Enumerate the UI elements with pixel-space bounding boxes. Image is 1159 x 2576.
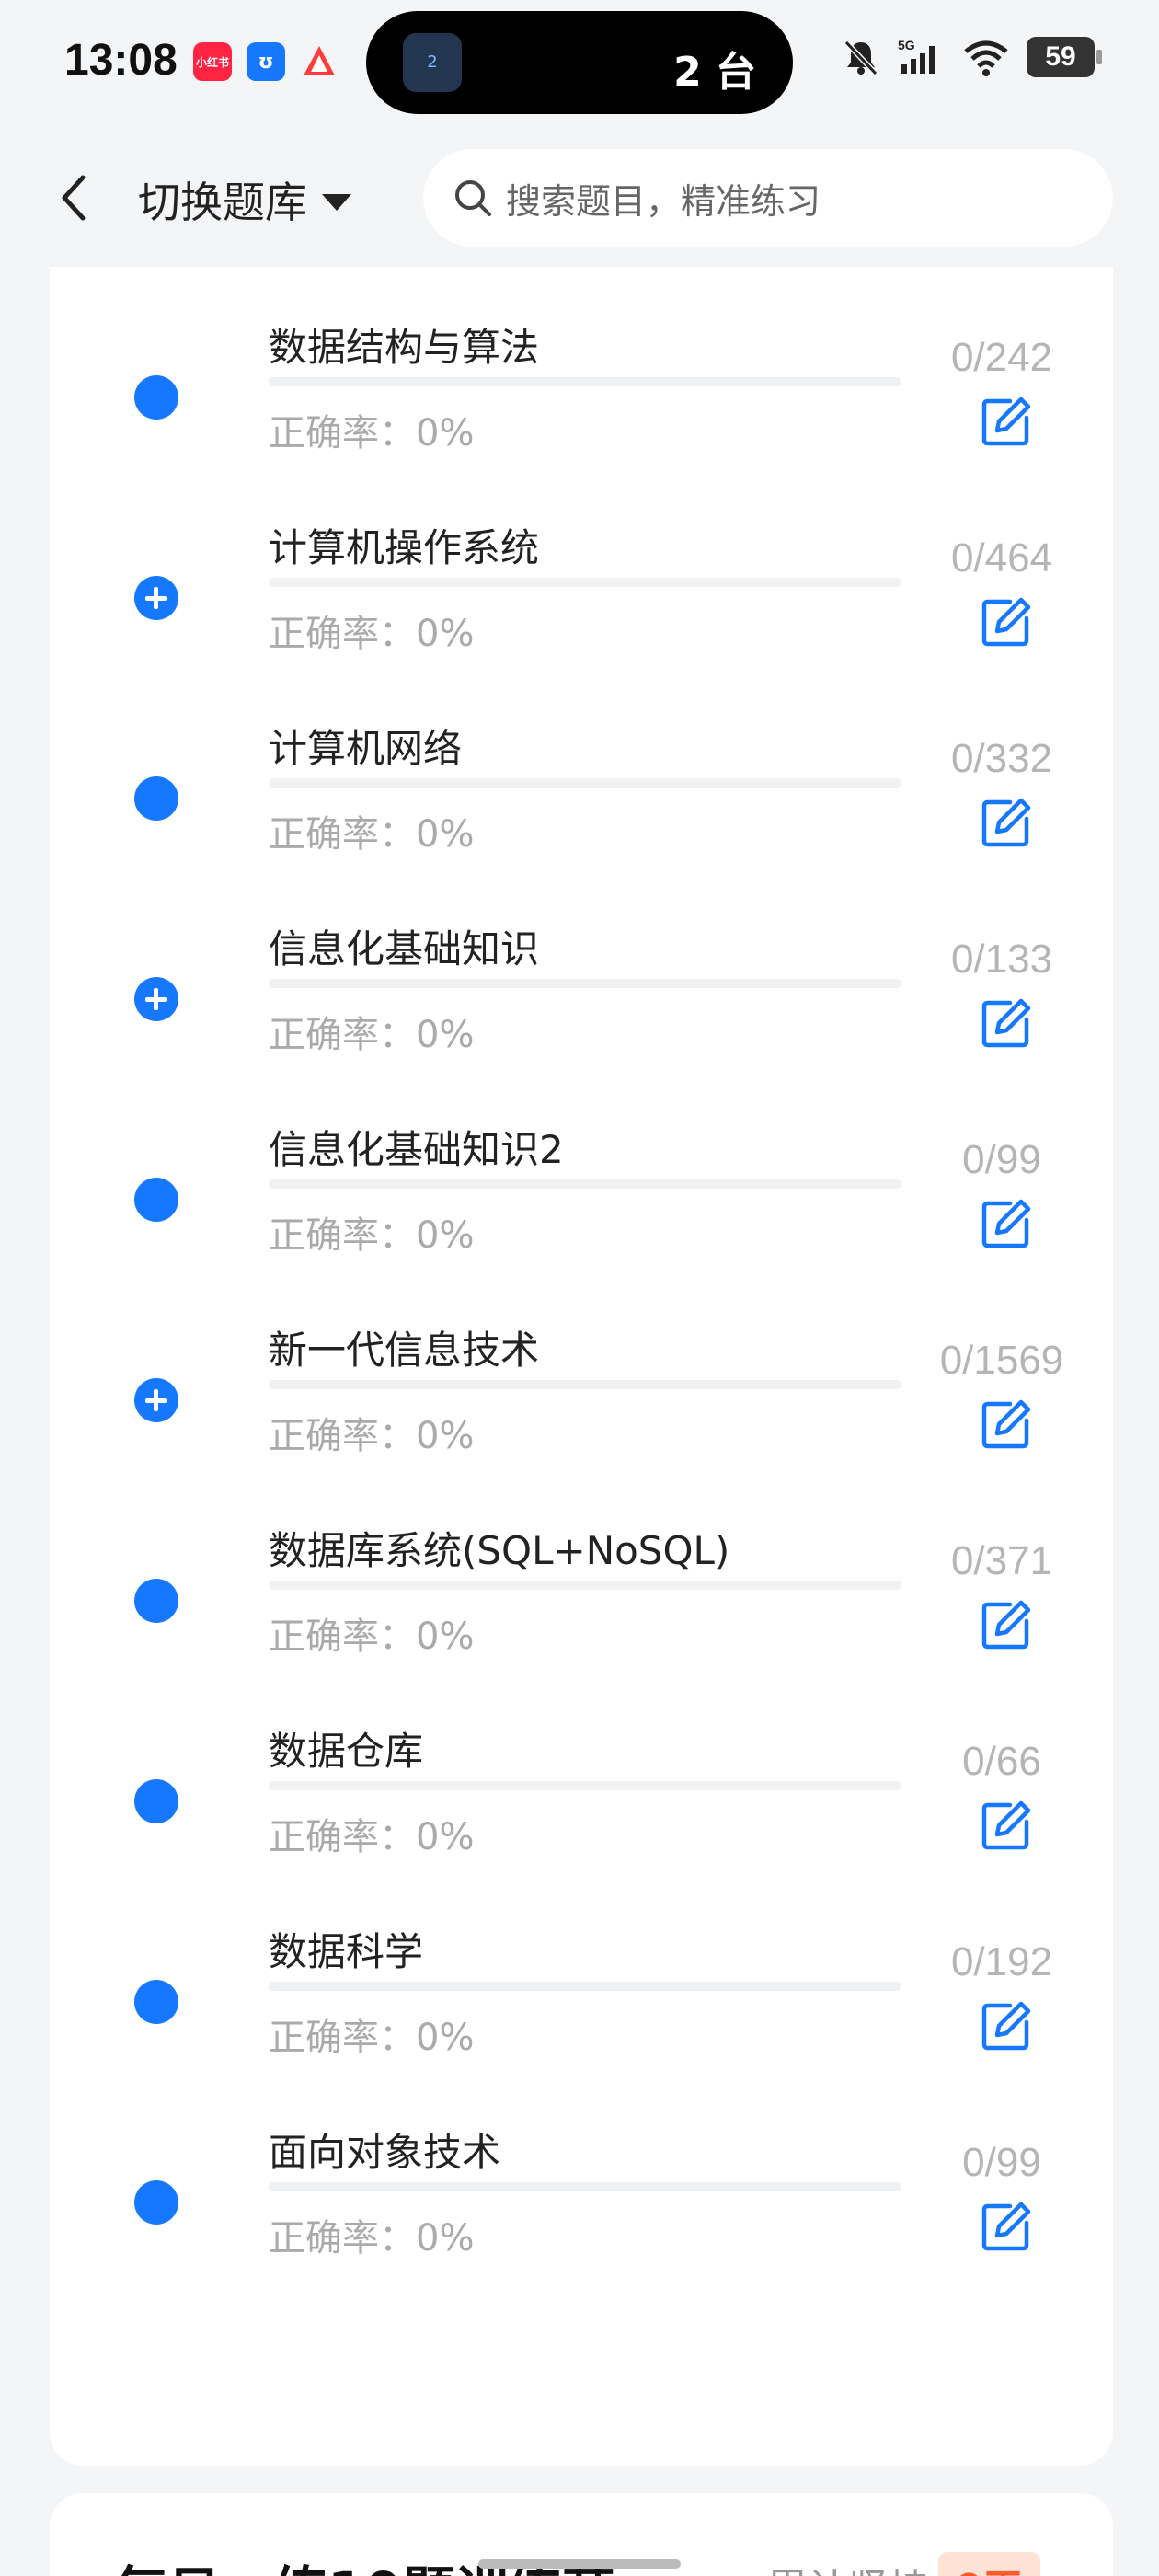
edit-practice-icon[interactable] bbox=[979, 594, 1034, 650]
question-count: 0/371 bbox=[950, 1538, 1053, 1583]
accuracy-text: 正确率：0% bbox=[269, 1415, 475, 1457]
accuracy-text: 正确率：0% bbox=[269, 813, 475, 856]
chapter-list-card: 大数据分析应用考试样题正确率：0%0/110数据结构与算法正确率：0%0/242… bbox=[50, 184, 1113, 2466]
progress-bar bbox=[269, 1581, 901, 1590]
bullet-dot-icon bbox=[134, 1779, 178, 1823]
question-count: 0/332 bbox=[950, 736, 1053, 781]
chapter-row[interactable]: 计算机网络正确率：0% 0/332 bbox=[50, 675, 1113, 876]
top-nav: 切换题库 搜索题目，精准练习 bbox=[0, 129, 1159, 267]
accuracy-text: 正确率：0% bbox=[269, 1616, 475, 1658]
chapter-title: 信息化基础知识 bbox=[269, 926, 540, 972]
chapter-title: 面向对象技术 bbox=[269, 2130, 501, 2175]
svg-text:5G: 5G bbox=[898, 38, 915, 52]
notification-app-icons: 小红书 ʊ bbox=[193, 42, 339, 81]
chapter-row[interactable]: 计算机操作系统 正确率：0% 0/464 bbox=[50, 475, 1113, 675]
bullet-dot-icon bbox=[134, 1579, 178, 1623]
chapter-title: 数据结构与算法 bbox=[269, 325, 540, 370]
search-icon bbox=[455, 180, 491, 216]
progress-bar bbox=[269, 2182, 901, 2191]
search-placeholder: 搜索题目，精准练习 bbox=[506, 180, 821, 222]
accuracy-text: 正确率：0% bbox=[269, 2017, 475, 2059]
chapter-title: 数据库系统(SQL+NoSQL) bbox=[269, 1528, 730, 1573]
bullet-dot-icon bbox=[134, 1980, 178, 2024]
edit-practice-icon[interactable] bbox=[979, 1196, 1034, 1251]
edit-practice-icon[interactable] bbox=[979, 795, 1034, 850]
search-bar[interactable]: 搜索题目，精准练习 bbox=[423, 149, 1113, 247]
streak-info: 累计坚持 0天 bbox=[767, 2552, 1040, 2576]
back-button[interactable] bbox=[46, 166, 101, 230]
home-indicator bbox=[478, 2559, 681, 2569]
expand-plus-icon[interactable] bbox=[134, 576, 178, 620]
dynamic-island[interactable]: 2 2 台 bbox=[366, 11, 793, 114]
progress-bar bbox=[269, 377, 901, 386]
progress-bar bbox=[269, 1380, 901, 1389]
wifi-icon bbox=[964, 40, 1008, 76]
chapter-row[interactable]: 数据库系统(SQL+NoSQL) 正确率：0% 0/371 bbox=[50, 1478, 1113, 1678]
question-count: 0/242 bbox=[950, 335, 1053, 380]
bullet-dot-icon bbox=[134, 2180, 178, 2225]
accuracy-text: 正确率：0% bbox=[269, 1214, 475, 1257]
chapter-title: 信息化基础知识2 bbox=[269, 1127, 564, 1172]
accuracy-text: 正确率：0% bbox=[269, 613, 475, 655]
battery-indicator: 59 bbox=[1027, 37, 1102, 77]
accuracy-text: 正确率：0% bbox=[269, 2217, 475, 2260]
progress-bar bbox=[269, 979, 901, 988]
streak-days-badge: 0天 bbox=[938, 2552, 1040, 2576]
edit-practice-icon[interactable] bbox=[979, 1998, 1034, 2053]
edit-practice-icon[interactable] bbox=[979, 1597, 1034, 1652]
question-count: 0/192 bbox=[950, 1939, 1053, 1984]
chapter-row[interactable]: 信息化基础知识正确率：0% 0/133 bbox=[50, 876, 1113, 1076]
status-bar: 13:08 小红书 ʊ 2 2 台 5G 59 bbox=[0, 0, 1159, 129]
progress-bar bbox=[269, 1179, 901, 1189]
expand-plus-icon[interactable] bbox=[134, 977, 178, 1021]
mute-bell-icon bbox=[843, 40, 878, 76]
chapter-row[interactable]: 数据结构与算法 正确率：0% 0/242 bbox=[50, 274, 1113, 475]
question-count: 0/66 bbox=[962, 1739, 1041, 1784]
chapter-row[interactable]: 数据科学正确率：0% 0/192 bbox=[50, 1879, 1113, 2079]
question-count: 0/1569 bbox=[939, 1338, 1064, 1383]
edit-practice-icon[interactable] bbox=[979, 2199, 1034, 2254]
chapter-row[interactable]: 数据仓库正确率：0% 0/66 bbox=[50, 1678, 1113, 1879]
progress-bar bbox=[269, 578, 901, 587]
status-time: 13:08 bbox=[64, 36, 178, 85]
bullet-dot-icon bbox=[134, 375, 178, 420]
question-count: 0/99 bbox=[962, 1137, 1041, 1182]
chapter-row[interactable]: 信息化基础知识2 正确率：0% 0/99 bbox=[50, 1076, 1113, 1277]
signal-5g-icon: 5G bbox=[898, 38, 935, 74]
edit-practice-icon[interactable] bbox=[979, 1397, 1034, 1452]
chevron-left-icon bbox=[62, 175, 86, 221]
xiaohongshu-app-icon: 小红书 bbox=[193, 42, 232, 81]
accuracy-text: 正确率：0% bbox=[269, 1816, 475, 1858]
cloud-app-icon: ʊ bbox=[247, 42, 285, 81]
island-count: 2 台 bbox=[673, 49, 756, 96]
edit-practice-icon[interactable] bbox=[979, 1798, 1034, 1853]
edit-practice-icon[interactable] bbox=[979, 995, 1034, 1051]
broadcast-icon: 2 bbox=[403, 33, 462, 92]
progress-bar bbox=[269, 778, 901, 788]
edit-practice-icon[interactable] bbox=[979, 394, 1034, 449]
question-count: 0/464 bbox=[950, 535, 1053, 581]
question-count: 0/99 bbox=[962, 2140, 1041, 2185]
accuracy-text: 正确率：0% bbox=[269, 412, 475, 454]
bullet-dot-icon bbox=[134, 776, 178, 821]
red-triangle-app-icon bbox=[300, 42, 339, 81]
caret-down-icon bbox=[322, 194, 351, 211]
progress-bar bbox=[269, 1982, 901, 1991]
chapter-title: 数据科学 bbox=[269, 1929, 424, 1974]
chapter-title: 新一代信息技术 bbox=[269, 1328, 540, 1373]
chapter-row[interactable]: 新一代信息技术 正确率：0% 0/1569 bbox=[50, 1277, 1113, 1478]
progress-bar bbox=[269, 1781, 901, 1790]
question-count: 0/133 bbox=[950, 937, 1053, 982]
chapter-title: 数据仓库 bbox=[269, 1729, 424, 1774]
chapter-row[interactable]: 面向对象技术 正确率：0% 0/99 bbox=[50, 2079, 1113, 2280]
expand-plus-icon[interactable] bbox=[134, 1378, 178, 1422]
chapter-title: 计算机操作系统 bbox=[269, 525, 540, 570]
switch-question-bank-label: 切换题库 bbox=[138, 178, 307, 227]
switch-question-bank-button[interactable]: 切换题库 bbox=[138, 169, 351, 230]
accuracy-text: 正确率：0% bbox=[269, 1014, 475, 1056]
streak-label: 累计坚持 bbox=[767, 2556, 929, 2576]
system-status-icons: 5G 59 bbox=[841, 37, 1102, 77]
chapter-title: 计算机网络 bbox=[269, 726, 463, 771]
bullet-dot-icon bbox=[134, 1178, 178, 1222]
